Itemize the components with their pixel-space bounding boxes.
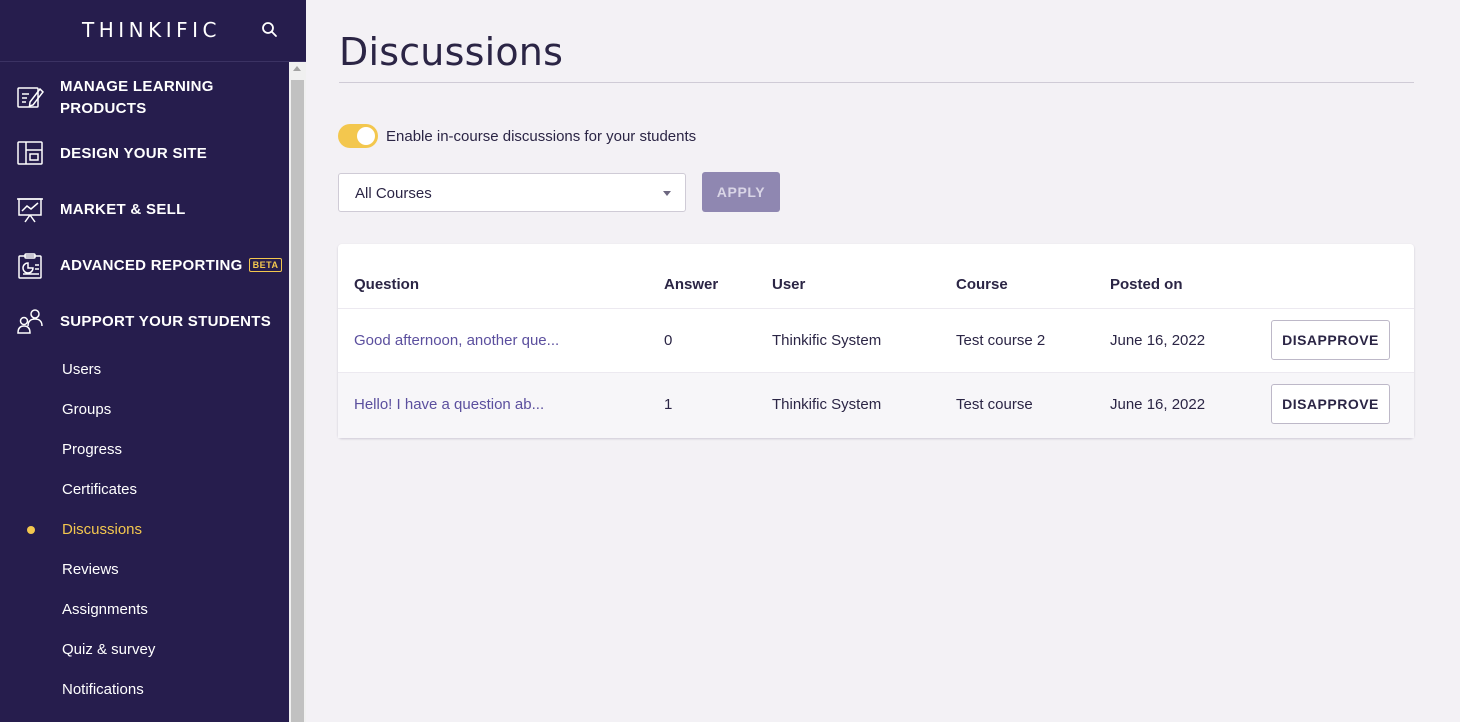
thinkific-logo[interactable]: THINKIFIC bbox=[82, 18, 221, 42]
users-icon bbox=[16, 308, 44, 336]
table-row: Hello! I have a question ab... 1 Thinkif… bbox=[338, 372, 1414, 438]
disapprove-button[interactable]: DISAPPROVE bbox=[1271, 320, 1390, 360]
nav-item-manage-learning-products[interactable]: MANAGE LEARNING PRODUCTS bbox=[0, 74, 289, 122]
sidebar-item-notifications[interactable]: Notifications bbox=[62, 680, 144, 700]
nav-label: MARKET & SELL bbox=[60, 201, 186, 218]
sidebar-item-assignments[interactable]: Assignments bbox=[62, 600, 148, 620]
course-name: Test course bbox=[956, 396, 1033, 413]
title-divider bbox=[339, 82, 1414, 83]
sidebar-scrollbar[interactable] bbox=[289, 62, 306, 722]
user-name: Thinkific System bbox=[772, 332, 882, 349]
toggle-label: Enable in-course discussions for your st… bbox=[386, 128, 697, 145]
course-filter-select[interactable]: All Courses bbox=[338, 173, 686, 212]
nav-label: SUPPORT YOUR STUDENTS bbox=[60, 313, 272, 330]
course-name: Test course 2 bbox=[956, 332, 1046, 349]
sidebar-item-reviews[interactable]: Reviews bbox=[62, 560, 119, 580]
edit-document-icon bbox=[16, 83, 44, 111]
nav-label: MANAGE LEARNING PRODUCTS bbox=[60, 78, 214, 117]
active-indicator-dot bbox=[27, 526, 35, 534]
scroll-up-arrow-icon[interactable] bbox=[293, 66, 301, 71]
beta-badge: BETA bbox=[248, 258, 283, 272]
sidebar: THINKIFIC MANAGE LEARNING PRODUCTS DESIG… bbox=[0, 0, 306, 722]
sidebar-item-certificates[interactable]: Certificates bbox=[62, 480, 137, 500]
toggle-knob bbox=[357, 127, 375, 145]
column-header-question: Question bbox=[354, 276, 420, 293]
column-header-user: User bbox=[772, 276, 806, 293]
posted-date: June 16, 2022 bbox=[1110, 332, 1206, 349]
column-header-posted-on: Posted on bbox=[1110, 276, 1183, 293]
column-header-answer: Answer bbox=[664, 276, 719, 293]
search-icon[interactable] bbox=[260, 20, 280, 40]
answer-count: 1 bbox=[664, 396, 673, 413]
sidebar-item-discussions[interactable]: Discussions bbox=[62, 520, 142, 540]
report-clipboard-icon bbox=[16, 252, 44, 280]
course-filter-value: All Courses bbox=[355, 185, 432, 202]
brand-bar: THINKIFIC bbox=[0, 0, 306, 62]
sidebar-item-quiz-survey[interactable]: Quiz & survey bbox=[62, 640, 155, 660]
table-row: Good afternoon, another que... 0 Thinkif… bbox=[338, 308, 1414, 372]
sidebar-item-progress[interactable]: Progress bbox=[62, 440, 122, 460]
user-name: Thinkific System bbox=[772, 396, 882, 413]
question-link[interactable]: Hello! I have a question ab... bbox=[354, 396, 544, 413]
scrollbar-thumb[interactable] bbox=[291, 80, 304, 722]
answer-count: 0 bbox=[664, 332, 673, 349]
question-link[interactable]: Good afternoon, another que... bbox=[354, 332, 559, 349]
page-title: Discussions bbox=[339, 30, 564, 74]
discussions-toggle[interactable] bbox=[338, 124, 378, 148]
posted-date: June 16, 2022 bbox=[1110, 396, 1206, 413]
column-header-course: Course bbox=[956, 276, 1008, 293]
chart-presentation-icon bbox=[16, 196, 44, 224]
caret-down-icon bbox=[663, 191, 671, 196]
nav-item-market-sell[interactable]: MARKET & SELL bbox=[0, 196, 289, 224]
sidebar-item-users[interactable]: Users bbox=[62, 360, 101, 380]
nav-item-design-your-site[interactable]: DESIGN YOUR SITE bbox=[0, 140, 289, 168]
disapprove-button[interactable]: DISAPPROVE bbox=[1271, 384, 1390, 424]
sidebar-item-groups[interactable]: Groups bbox=[62, 400, 111, 420]
nav-item-advanced-reporting[interactable]: ADVANCED REPORTING BETA bbox=[0, 252, 289, 280]
layout-icon bbox=[16, 140, 44, 168]
apply-button[interactable]: APPLY bbox=[702, 172, 780, 212]
nav-label-text: ADVANCED REPORTING bbox=[60, 257, 243, 274]
discussions-table: Question Answer User Course Posted on Go… bbox=[338, 244, 1414, 438]
nav-label: ADVANCED REPORTING BETA bbox=[60, 255, 283, 277]
sidebar-nav: MANAGE LEARNING PRODUCTS DESIGN YOUR SIT… bbox=[0, 62, 289, 722]
nav-label: DESIGN YOUR SITE bbox=[60, 145, 208, 162]
nav-item-support-your-students[interactable]: SUPPORT YOUR STUDENTS bbox=[0, 308, 289, 336]
